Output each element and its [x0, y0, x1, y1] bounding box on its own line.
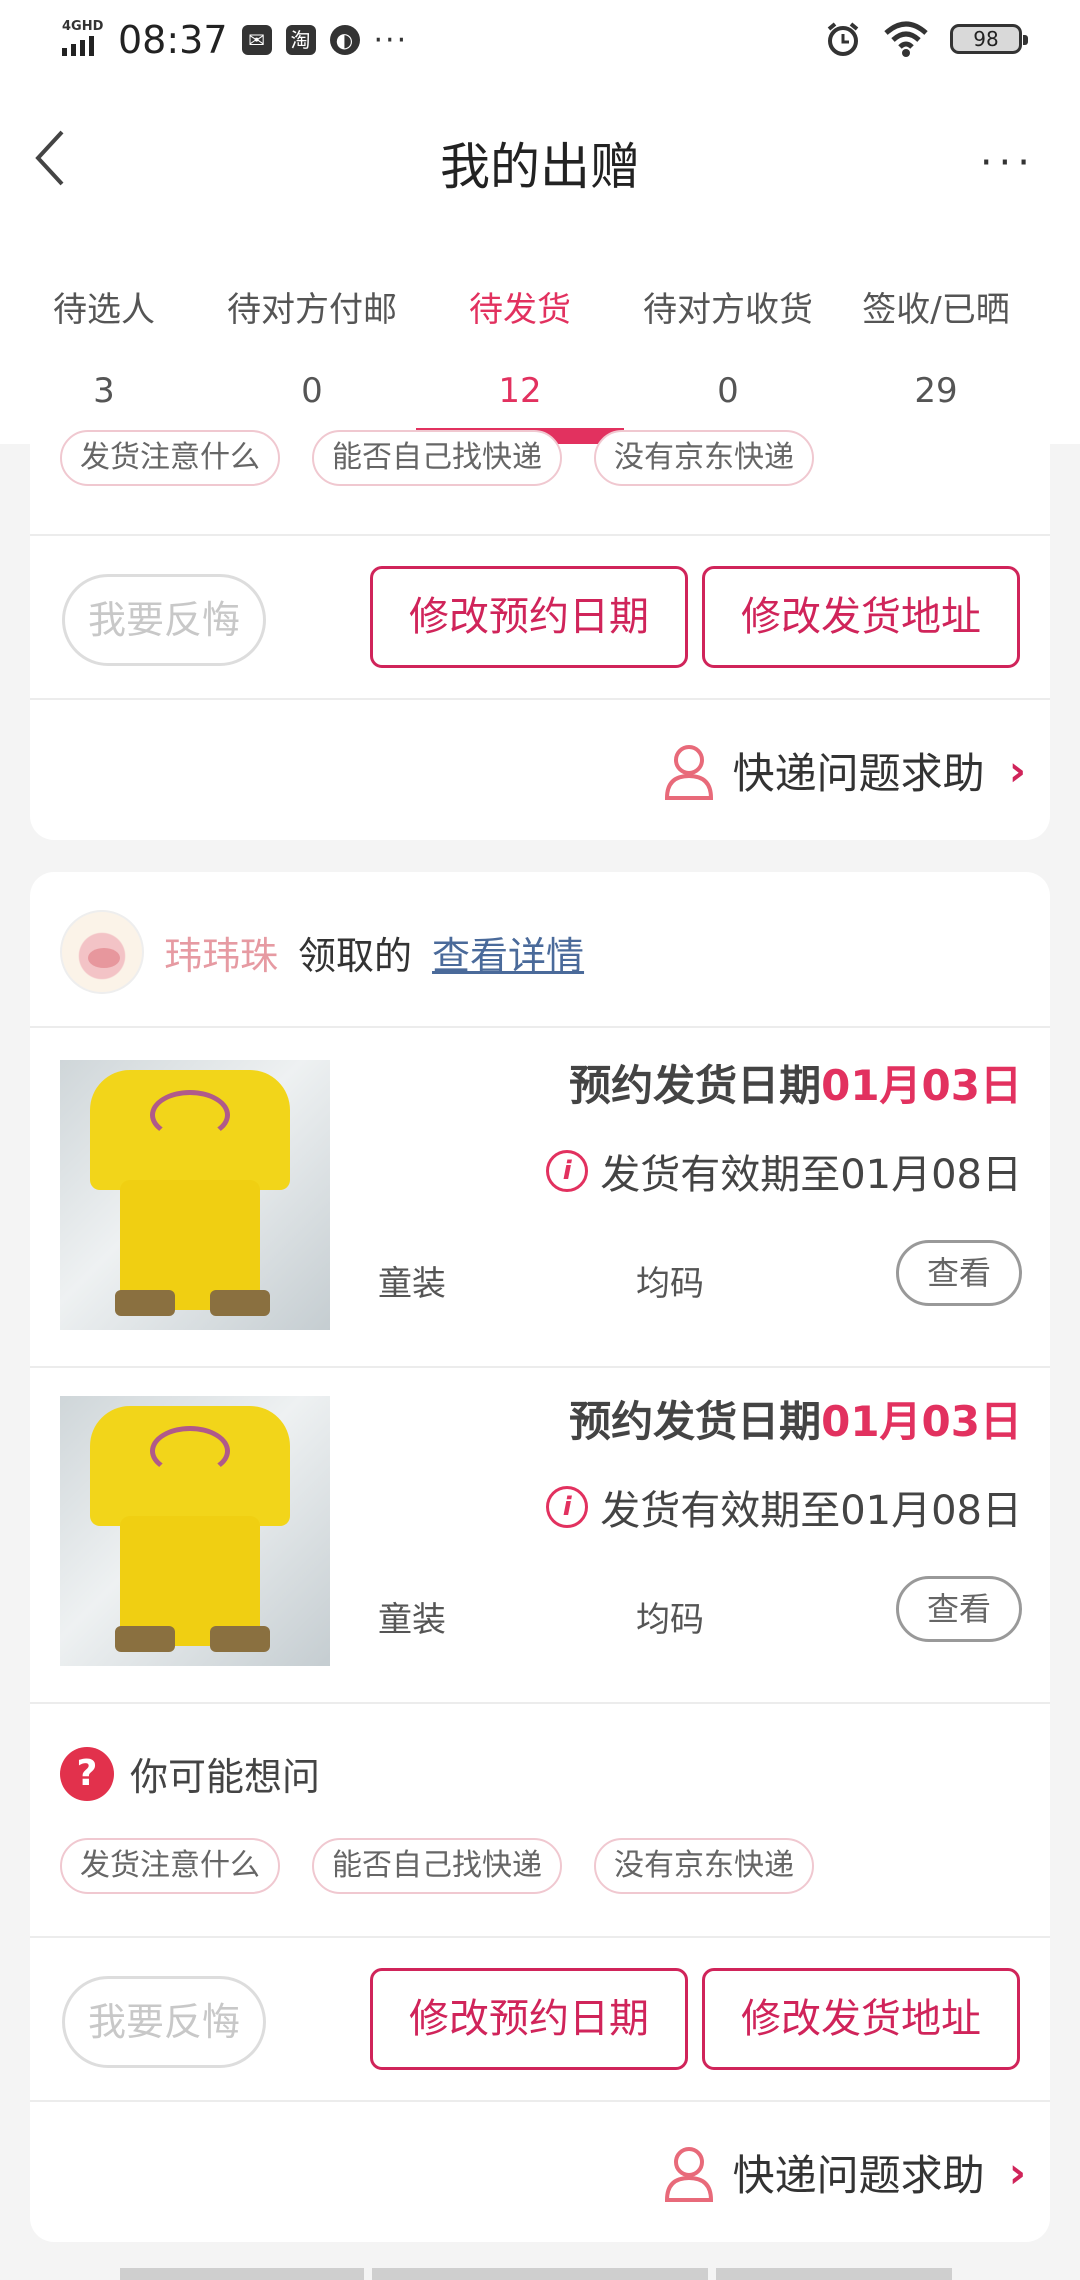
gift-item: 预约发货日期01月03日 i 发货有效期至01月08日 童装 均码 查看	[30, 1030, 1050, 1366]
change-date-button[interactable]: 修改预约日期	[370, 1968, 688, 2070]
more-menu-icon[interactable]: ···	[980, 140, 1036, 186]
person-icon	[664, 2146, 713, 2202]
scheduled-ship-date: 预约发货日期01月03日	[569, 1388, 1022, 1449]
courier-help-link[interactable]: 快递问题求助 ›	[663, 2142, 1026, 2203]
tab-signed[interactable]: 签收/已晒 29	[832, 232, 1040, 444]
divider	[30, 1702, 1050, 1704]
faq-title: 你可能想问	[130, 1755, 321, 1799]
battery-icon: 98	[950, 24, 1028, 54]
view-details-link[interactable]: 查看详情	[432, 925, 584, 980]
mail-icon: ✉	[241, 25, 272, 55]
schedule-label: 预约发货日期	[569, 1061, 822, 1110]
faq-chips: 发货注意什么 能否自己找快递 没有京东快递	[60, 430, 814, 486]
item-size: 均码	[636, 1264, 704, 1304]
divider	[30, 698, 1050, 700]
faq-header: ? 你可能想问	[60, 1746, 320, 1801]
divider	[30, 2100, 1050, 2102]
alarm-icon	[827, 22, 859, 56]
status-tabs: 待选人 3 待对方付邮 0 待发货 12 待对方收货 0 签收/已晒 29	[0, 232, 1080, 444]
tab-count: 0	[717, 371, 739, 411]
page-title: 我的出赠	[440, 138, 640, 196]
tab-label: 待对方付邮	[227, 290, 397, 330]
change-date-button[interactable]: 修改预约日期	[370, 566, 688, 668]
faq-chip[interactable]: 发货注意什么	[60, 430, 280, 486]
clock: 08:37	[118, 18, 228, 62]
change-address-button[interactable]: 修改发货地址	[702, 566, 1020, 668]
item-size: 均码	[636, 1600, 704, 1640]
schedule-date: 01月03日	[821, 1397, 1022, 1446]
next-card-edge	[120, 2268, 364, 2280]
faq-chip[interactable]: 没有京东快递	[594, 430, 814, 486]
taobao-icon: 淘	[285, 25, 316, 55]
info-icon: i	[546, 1150, 589, 1192]
validity-row: i 发货有效期至01月08日	[546, 1478, 1022, 1536]
regret-button[interactable]: 我要反悔	[62, 1976, 266, 2068]
chevron-right-icon: ›	[1008, 2148, 1026, 2197]
person-icon	[664, 744, 713, 800]
divider	[30, 1026, 1050, 1028]
more-notifications-icon: ···	[373, 22, 409, 58]
avatar[interactable]	[60, 910, 144, 994]
giver-row: 玮玮珠 领取的 查看详情	[60, 910, 584, 994]
item-category: 童装	[378, 1264, 446, 1304]
faq-chips: 发货注意什么 能否自己找快递 没有京东快递	[60, 1838, 814, 1894]
divider	[30, 1936, 1050, 1938]
gift-card: 发货注意什么 能否自己找快递 没有京东快递 我要反悔 修改预约日期 修改发货地址…	[30, 430, 1050, 840]
info-icon: i	[546, 1486, 589, 1528]
gift-card: 玮玮珠 领取的 查看详情 预约发货日期01月03日 i 发货有效期至01月08日…	[30, 872, 1050, 2242]
wechat-icon: ◐	[329, 25, 360, 55]
schedule-date: 01月03日	[821, 1061, 1022, 1110]
tab-count: 12	[498, 371, 542, 411]
tab-label: 待选人	[53, 290, 155, 330]
network-type: 4GHD	[62, 19, 104, 34]
tab-pending-postage[interactable]: 待对方付邮 0	[208, 232, 416, 444]
faq-chip[interactable]: 没有京东快递	[594, 1838, 814, 1894]
regret-button[interactable]: 我要反悔	[62, 574, 266, 666]
validity-text: 发货有效期至01月08日	[600, 1488, 1022, 1534]
next-card-edge	[716, 2268, 952, 2280]
tab-count: 0	[301, 371, 323, 411]
tab-label: 待对方收货	[643, 290, 813, 330]
faq-chip[interactable]: 能否自己找快递	[312, 430, 562, 486]
help-label: 快递问题求助	[732, 2151, 985, 2200]
change-address-button[interactable]: 修改发货地址	[702, 1968, 1020, 2070]
status-bar: 4GHD 08:37 ✉ 淘 ◐ ··· 98	[0, 0, 1080, 82]
tab-count: 3	[93, 371, 115, 411]
divider	[30, 534, 1050, 536]
tab-pending-select[interactable]: 待选人 3	[0, 232, 208, 444]
faq-chip[interactable]: 发货注意什么	[60, 1838, 280, 1894]
tab-pending-receipt[interactable]: 待对方收货 0	[624, 232, 832, 444]
tab-label: 待发货	[469, 290, 571, 330]
schedule-label: 预约发货日期	[569, 1397, 822, 1446]
scheduled-ship-date: 预约发货日期01月03日	[569, 1052, 1022, 1113]
view-button[interactable]: 查看	[896, 1576, 1022, 1642]
faq-chip[interactable]: 能否自己找快递	[312, 1838, 562, 1894]
item-photo[interactable]	[60, 1396, 330, 1666]
courier-help-link[interactable]: 快递问题求助 ›	[663, 740, 1026, 801]
giver-name[interactable]: 玮玮珠	[164, 925, 278, 980]
validity-row: i 发货有效期至01月08日	[546, 1142, 1022, 1200]
help-label: 快递问题求助	[732, 749, 985, 798]
wifi-icon	[884, 21, 928, 57]
validity-text: 发货有效期至01月08日	[600, 1152, 1022, 1198]
next-card-edge	[372, 2268, 708, 2280]
tab-count: 29	[914, 371, 958, 411]
question-icon: ?	[60, 1746, 114, 1801]
item-photo[interactable]	[60, 1060, 330, 1330]
tab-pending-shipment[interactable]: 待发货 12	[416, 232, 624, 444]
top-bar: 我的出赠 ···	[0, 82, 1080, 232]
gift-item: 预约发货日期01月03日 i 发货有效期至01月08日 童装 均码 查看	[30, 1366, 1050, 1702]
received-text: 领取的	[298, 933, 413, 978]
signal-icon: 4GHD	[60, 18, 104, 62]
view-button[interactable]: 查看	[896, 1240, 1022, 1306]
chevron-right-icon: ›	[1008, 746, 1026, 795]
tab-label: 签收/已晒	[862, 290, 1010, 330]
item-category: 童装	[378, 1600, 446, 1640]
